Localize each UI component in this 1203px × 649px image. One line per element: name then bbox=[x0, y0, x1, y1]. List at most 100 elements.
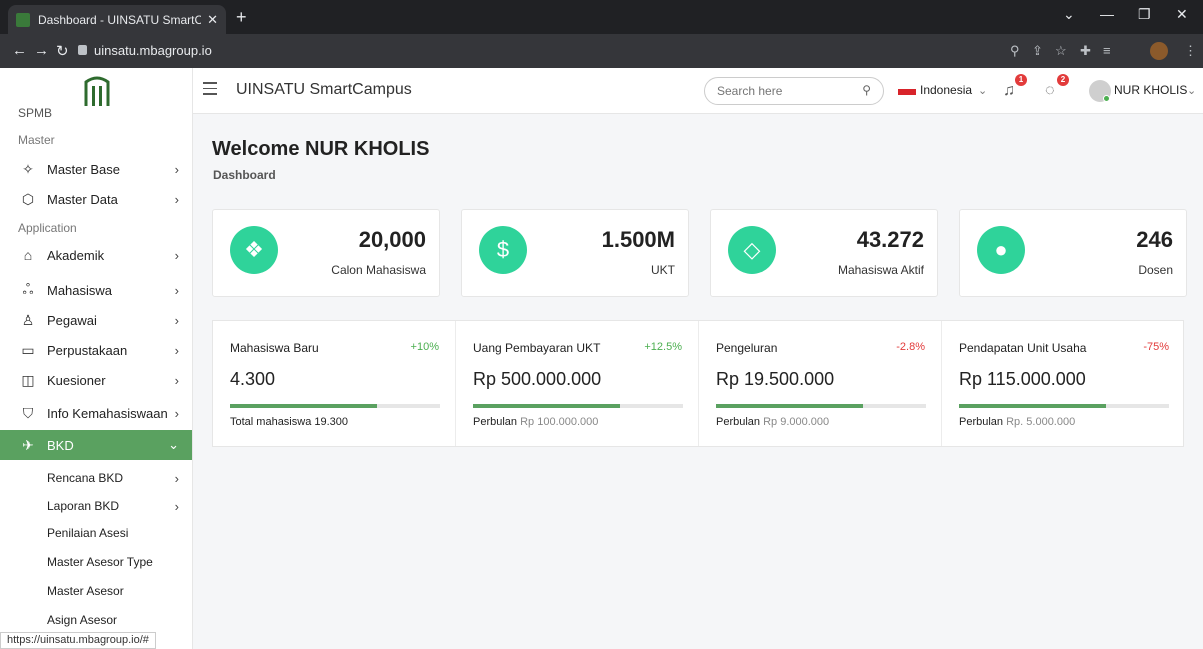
summary-footer: Perbulan Rp. 5.000.000 bbox=[959, 416, 1075, 428]
browser-tab[interactable]: Dashboard - UINSATU SmartCam ✕ bbox=[8, 5, 226, 34]
chevron-right-icon: › bbox=[174, 247, 179, 263]
summary-footer: Total mahasiswa 19.300 bbox=[230, 416, 348, 428]
sidebar-item-pegawai[interactable]: ♙ Pegawai › bbox=[0, 305, 192, 335]
sidebar-item-spmb[interactable]: SPMB bbox=[18, 106, 52, 120]
sidebar-subitem-master-asesor[interactable]: Master Asesor bbox=[0, 577, 192, 605]
section-application: Application bbox=[18, 221, 77, 235]
back-icon[interactable]: ← bbox=[12, 42, 27, 59]
logo-icon[interactable] bbox=[82, 76, 112, 108]
minimize-icon[interactable]: — bbox=[1100, 6, 1114, 22]
chevron-right-icon: › bbox=[174, 405, 179, 421]
stat-label: Mahasiswa Aktif bbox=[837, 263, 924, 277]
sidebar-item-info-kemahasiswaan[interactable]: ⛉ Info Kemahasiswaan › bbox=[0, 398, 192, 428]
footer-label: Total mahasiswa 19.300 bbox=[230, 416, 349, 428]
menu-icon[interactable]: ⋮ bbox=[1184, 43, 1197, 59]
section-master: Master bbox=[18, 133, 55, 147]
sidebar-item-kuesioner[interactable]: ◫ Kuesioner › bbox=[0, 365, 192, 395]
url-field[interactable]: uinsatu.mbagroup.io bbox=[94, 43, 212, 58]
summary-panel: Mahasiswa Baru +10% 4.300 Total mahasisw… bbox=[212, 320, 1184, 447]
sidebar-item-label: Mahasiswa bbox=[47, 282, 113, 298]
reading-list-icon[interactable]: ≡ bbox=[1103, 43, 1111, 58]
notification-badge: 1 bbox=[1015, 74, 1027, 86]
sidebar-item-label: BKD bbox=[47, 437, 74, 453]
layout-icon: ◫ bbox=[21, 371, 35, 388]
boxes-icon: ❖ bbox=[230, 226, 278, 274]
stat-card-calon-mahasiswa: ❖ 20,000 Calon Mahasiswa bbox=[212, 209, 440, 297]
share-icon[interactable]: ⇪ bbox=[1032, 43, 1043, 59]
stat-value: 43.272 bbox=[856, 227, 924, 252]
sidebar-subitem-asign-asesor[interactable]: Asign Asesor bbox=[0, 606, 192, 634]
chevron-right-icon: › bbox=[174, 312, 179, 328]
star-icon[interactable]: ☆ bbox=[1055, 43, 1067, 59]
chevron-right-icon: › bbox=[174, 498, 179, 514]
search-box[interactable]: ⚲ bbox=[704, 77, 884, 105]
window-close-icon[interactable]: ✕ bbox=[1176, 6, 1188, 23]
sidebar-item-akademik[interactable]: ⌂ Akademik › bbox=[0, 240, 192, 270]
sidebar-item-label: Akademik bbox=[47, 247, 105, 263]
tab-search-icon[interactable]: ⌄ bbox=[1063, 6, 1075, 23]
sidebar-subitem-rencana-bkd[interactable]: Rencana BKD › bbox=[0, 464, 192, 492]
search-icon[interactable]: ⚲ bbox=[862, 83, 871, 97]
maximize-icon[interactable]: ❐ bbox=[1138, 6, 1151, 23]
forward-icon[interactable]: → bbox=[34, 42, 49, 59]
stat-card-dosen: ● 246 Dosen bbox=[959, 209, 1187, 297]
sidebar-subitem-laporan-bkd[interactable]: Laporan BKD › bbox=[0, 492, 192, 520]
shield-icon: ⛉ bbox=[22, 404, 34, 421]
puzzle-icon: ✧ bbox=[22, 160, 34, 177]
users-icon: ஃ bbox=[22, 280, 34, 297]
sidebar-item-master-data[interactable]: ⬡ Master Data › bbox=[0, 184, 192, 214]
sidebar-item-mahasiswa[interactable]: ஃ Mahasiswa › bbox=[0, 275, 192, 305]
profile-avatar[interactable] bbox=[1150, 42, 1168, 60]
sidebar-item-perpustakaan[interactable]: ▭ Perpustakaan › bbox=[0, 335, 192, 365]
sidebar-item-bkd[interactable]: ✈ BKD ⌄ bbox=[0, 430, 192, 460]
footer-value: Rp. 5.000.000 bbox=[1006, 416, 1076, 428]
stat-label: Calon Mahasiswa bbox=[331, 263, 426, 277]
stat-value: 246 bbox=[1136, 227, 1173, 252]
hamburger-menu-icon[interactable] bbox=[203, 82, 217, 99]
message-badge: 2 bbox=[1057, 74, 1069, 86]
chat-icon[interactable]: ◌ bbox=[1045, 82, 1055, 100]
sidebar-subitem-label: Asign Asesor bbox=[47, 613, 118, 627]
sidebar-subitem-penilaian-asesi[interactable]: Penilaian Asesi bbox=[0, 519, 192, 547]
rocket-icon: ✈ bbox=[22, 436, 34, 453]
sidebar-subitem-master-asesor-type[interactable]: Master Asesor Type bbox=[0, 548, 192, 576]
sidebar-item-label: Pegawai bbox=[47, 312, 97, 328]
sidebar-subitem-label: Rencana BKD bbox=[47, 471, 124, 485]
bell-icon[interactable]: ♫ bbox=[1003, 82, 1015, 100]
search-input[interactable] bbox=[717, 84, 857, 98]
reload-icon[interactable]: ↻ bbox=[56, 42, 69, 60]
summary-mahasiswa-baru: Mahasiswa Baru +10% 4.300 Total mahasisw… bbox=[213, 321, 456, 446]
tab-close-icon[interactable]: ✕ bbox=[207, 12, 218, 28]
footer-value: Rp 9.000.000 bbox=[763, 416, 830, 428]
summary-uang-pembayaran-ukt: Uang Pembayaran UKT +12.5% Rp 500.000.00… bbox=[456, 321, 699, 446]
chevron-right-icon: › bbox=[174, 161, 179, 177]
progress-bar bbox=[473, 404, 683, 408]
sidebar-item-master-base[interactable]: ✧ Master Base › bbox=[0, 154, 192, 184]
zoom-icon[interactable]: ⚲ bbox=[1010, 43, 1020, 59]
new-tab-button[interactable]: + bbox=[236, 7, 247, 28]
stat-label: Dosen bbox=[1138, 263, 1173, 277]
extensions-icon[interactable]: ✚ bbox=[1080, 43, 1091, 59]
summary-percent: +12.5% bbox=[644, 341, 682, 353]
online-status-icon bbox=[1103, 95, 1110, 102]
chevron-down-icon: ⌄ bbox=[168, 437, 179, 452]
summary-percent: +10% bbox=[410, 341, 439, 353]
chevron-down-icon[interactable]: ⌄ bbox=[978, 84, 987, 97]
summary-pengeluran: Pengeluran -2.8% Rp 19.500.000 Perbulan … bbox=[699, 321, 942, 446]
top-header: UINSATU SmartCampus ⚲ Indonesia ⌄ ♫ 1 ◌ … bbox=[193, 68, 1203, 114]
footer-value: Rp 100.000.000 bbox=[520, 416, 599, 428]
user-name[interactable]: NUR KHOLIS bbox=[1114, 83, 1187, 97]
book-icon: ▭ bbox=[21, 341, 35, 358]
summary-amount: Rp 500.000.000 bbox=[473, 369, 602, 389]
progress-bar bbox=[959, 404, 1169, 408]
footer-label: Perbulan bbox=[473, 416, 518, 428]
chevron-down-icon[interactable]: ⌄ bbox=[1187, 84, 1196, 97]
sidebar-subitem-label: Master Asesor Type bbox=[47, 555, 153, 569]
cube-icon: ⬡ bbox=[21, 190, 35, 207]
language-selector[interactable]: Indonesia bbox=[920, 83, 972, 97]
sidebar-item-label: Info Kemahasiswaan bbox=[47, 405, 168, 421]
dollar-icon: $ bbox=[479, 226, 527, 274]
sidebar-item-label: Master Data bbox=[47, 191, 118, 207]
summary-name: Pendapatan Unit Usaha bbox=[959, 341, 1087, 355]
browser-tab-bar: Dashboard - UINSATU SmartCam ✕ + ⌄ — ❐ ✕ bbox=[0, 0, 1203, 34]
